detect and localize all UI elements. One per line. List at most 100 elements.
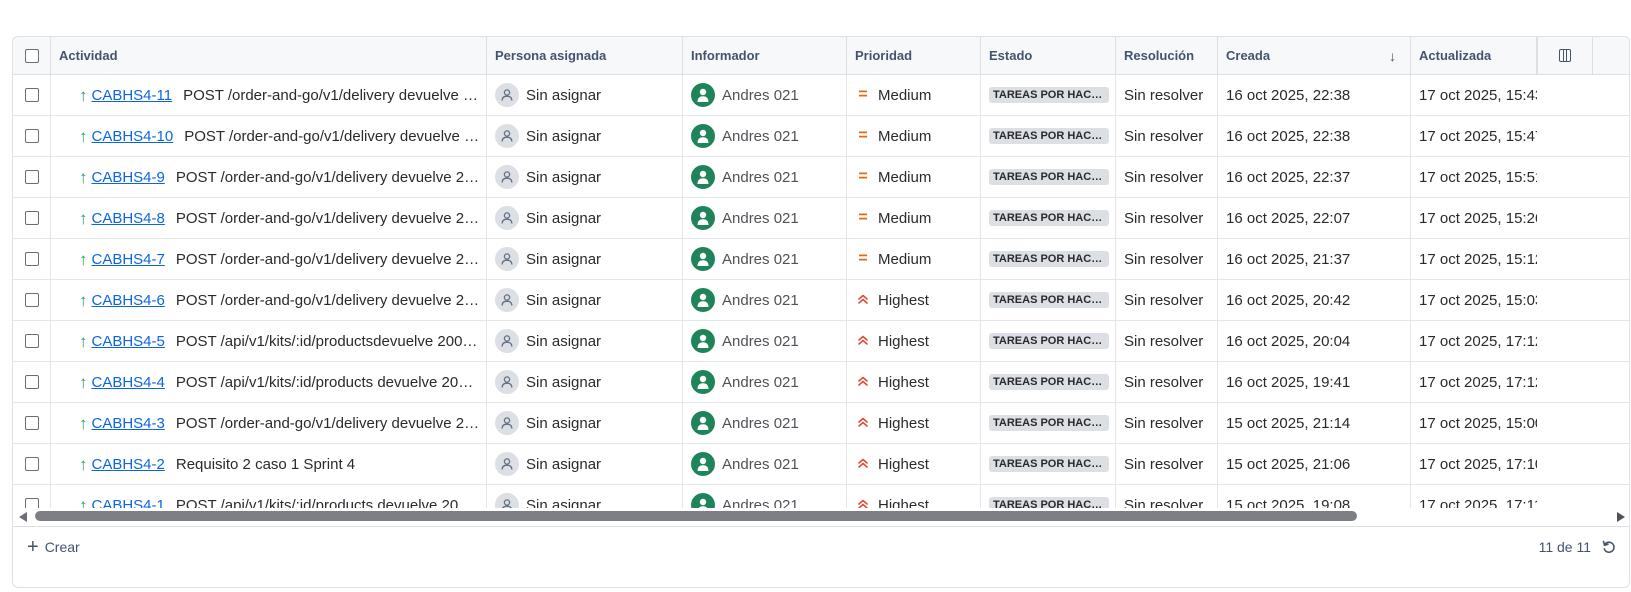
reporter-cell[interactable]: Andres 021 (683, 280, 847, 320)
assignee-cell[interactable]: Sin asignar (487, 75, 683, 115)
row-checkbox[interactable] (24, 170, 39, 184)
issue-summary[interactable]: POST /order-and-go/v1/delivery devuelve … (183, 87, 480, 104)
issue-summary[interactable]: POST /api/v1/kits/:id/productsdevuelve 2… (176, 333, 480, 350)
status-lozenge[interactable]: TAREAS POR HACER (989, 87, 1109, 103)
priority-cell[interactable]: Highest (847, 362, 981, 402)
table-row[interactable]: ↑ CABHS4-10 POST /order-and-go/v1/delive… (13, 116, 1629, 157)
table-row[interactable]: ↑ CABHS4-5 POST /api/v1/kits/:id/product… (13, 321, 1629, 362)
status-cell[interactable]: TAREAS POR HACER (981, 75, 1116, 115)
issue-summary[interactable]: POST /api/v1/kits/:id/products devuelve … (176, 374, 480, 391)
row-checkbox[interactable] (24, 334, 39, 348)
status-lozenge[interactable]: TAREAS POR HACER (989, 251, 1109, 267)
status-lozenge[interactable]: TAREAS POR HACER (989, 128, 1109, 144)
table-row[interactable]: ↑ CABHS4-4 POST /api/v1/kits/:id/product… (13, 362, 1629, 403)
reporter-cell[interactable]: Andres 021 (683, 116, 847, 156)
create-issue-button[interactable]: + Crear (27, 537, 80, 557)
row-checkbox[interactable] (24, 293, 39, 307)
reporter-cell[interactable]: Andres 021 (683, 198, 847, 238)
priority-cell[interactable]: Highest (847, 280, 981, 320)
status-cell[interactable]: TAREAS POR HACER (981, 239, 1116, 279)
row-checkbox[interactable] (24, 416, 39, 430)
priority-cell[interactable]: = Medium (847, 239, 981, 279)
issue-summary[interactable]: Requisito 2 caso 1 Sprint 4 (176, 456, 355, 473)
refresh-icon[interactable] (1601, 539, 1617, 555)
assignee-cell[interactable]: Sin asignar (487, 321, 683, 361)
reporter-cell[interactable]: Andres 021 (683, 403, 847, 443)
column-header-created[interactable]: Creada ↓ (1218, 37, 1411, 74)
issue-summary[interactable]: POST /order-and-go/v1/delivery devuelve … (176, 210, 480, 227)
table-row[interactable]: ↑ CABHS4-6 POST /order-and-go/v1/deliver… (13, 280, 1629, 321)
issue-key-link[interactable]: CABHS4-4 (92, 374, 165, 391)
column-header-reporter[interactable]: Informador (683, 37, 847, 74)
assignee-cell[interactable]: Sin asignar (487, 280, 683, 320)
issue-key-link[interactable]: CABHS4-9 (92, 169, 165, 186)
reporter-cell[interactable]: Andres 021 (683, 444, 847, 484)
table-row[interactable]: ↑ CABHS4-2 Requisito 2 caso 1 Sprint 4 S… (13, 444, 1629, 485)
horizontal-scrollbar[interactable] (13, 508, 1629, 526)
status-lozenge[interactable]: TAREAS POR HACER (989, 456, 1109, 472)
priority-cell[interactable]: = Medium (847, 75, 981, 115)
row-checkbox[interactable] (24, 129, 39, 143)
table-row[interactable]: ↑ CABHS4-7 POST /order-and-go/v1/deliver… (13, 239, 1629, 280)
issue-key-link[interactable]: CABHS4-5 (92, 333, 165, 350)
issue-summary[interactable]: POST /order-and-go/v1/delivery devuelve … (176, 415, 480, 432)
reporter-cell[interactable]: Andres 021 (683, 239, 847, 279)
issue-key-link[interactable]: CABHS4-10 (92, 128, 174, 145)
assignee-cell[interactable]: Sin asignar (487, 198, 683, 238)
status-cell[interactable]: TAREAS POR HACER (981, 321, 1116, 361)
column-header-activity[interactable]: Actividad (51, 37, 487, 74)
priority-cell[interactable]: = Medium (847, 157, 981, 197)
table-row[interactable]: ↑ CABHS4-8 POST /order-and-go/v1/deliver… (13, 198, 1629, 239)
issue-key-link[interactable]: CABHS4-2 (92, 456, 165, 473)
column-header-status[interactable]: Estado (981, 37, 1116, 74)
scrollbar-thumb[interactable] (35, 511, 1357, 521)
status-lozenge[interactable]: TAREAS POR HACER (989, 292, 1109, 308)
status-lozenge[interactable]: TAREAS POR HACER (989, 415, 1109, 431)
status-cell[interactable]: TAREAS POR HACER (981, 362, 1116, 402)
issue-key-link[interactable]: CABHS4-3 (92, 415, 165, 432)
status-cell[interactable]: TAREAS POR HACER (981, 280, 1116, 320)
row-checkbox[interactable] (24, 457, 39, 471)
assignee-cell[interactable]: Sin asignar (487, 403, 683, 443)
issue-key-link[interactable]: CABHS4-11 (92, 87, 173, 104)
column-header-assignee[interactable]: Persona asignada (487, 37, 683, 74)
column-header-resolution[interactable]: Resolución (1116, 37, 1218, 74)
column-header-updated[interactable]: Actualizada (1411, 37, 1537, 74)
priority-cell[interactable]: Highest (847, 444, 981, 484)
status-cell[interactable]: TAREAS POR HACER (981, 198, 1116, 238)
status-cell[interactable]: TAREAS POR HACER (981, 444, 1116, 484)
issue-key-link[interactable]: CABHS4-7 (92, 251, 165, 268)
table-row[interactable]: ↑ CABHS4-11 POST /order-and-go/v1/delive… (13, 75, 1629, 116)
priority-cell[interactable]: Highest (847, 321, 981, 361)
priority-cell[interactable]: Highest (847, 403, 981, 443)
scroll-left-arrow-icon[interactable] (19, 512, 27, 522)
assignee-cell[interactable]: Sin asignar (487, 157, 683, 197)
column-picker-button[interactable] (1537, 37, 1593, 74)
reporter-cell[interactable]: Andres 021 (683, 321, 847, 361)
priority-cell[interactable]: = Medium (847, 116, 981, 156)
sort-descending-icon[interactable]: ↓ (1389, 48, 1396, 64)
row-checkbox[interactable] (24, 252, 39, 266)
row-checkbox[interactable] (24, 88, 39, 102)
table-row[interactable]: ↑ CABHS4-9 POST /order-and-go/v1/deliver… (13, 157, 1629, 198)
status-lozenge[interactable]: TAREAS POR HACER (989, 210, 1109, 226)
assignee-cell[interactable]: Sin asignar (487, 362, 683, 402)
issue-key-link[interactable]: CABHS4-6 (92, 292, 165, 309)
table-row[interactable]: ↑ CABHS4-3 POST /order-and-go/v1/deliver… (13, 403, 1629, 444)
reporter-cell[interactable]: Andres 021 (683, 75, 847, 115)
status-lozenge[interactable]: TAREAS POR HACER (989, 333, 1109, 349)
issue-summary[interactable]: POST /order-and-go/v1/delivery devuelve … (184, 128, 480, 145)
reporter-cell[interactable]: Andres 021 (683, 362, 847, 402)
row-checkbox[interactable] (24, 375, 39, 389)
assignee-cell[interactable]: Sin asignar (487, 239, 683, 279)
select-all-checkbox[interactable] (24, 48, 39, 63)
priority-cell[interactable]: = Medium (847, 198, 981, 238)
issue-key-link[interactable]: CABHS4-8 (92, 210, 165, 227)
issue-summary[interactable]: POST /order-and-go/v1/delivery devuelve … (176, 169, 480, 186)
scroll-right-arrow-icon[interactable] (1617, 512, 1625, 522)
status-cell[interactable]: TAREAS POR HACER (981, 116, 1116, 156)
column-header-priority[interactable]: Prioridad (847, 37, 981, 74)
status-cell[interactable]: TAREAS POR HACER (981, 403, 1116, 443)
status-lozenge[interactable]: TAREAS POR HACER (989, 374, 1109, 390)
issue-summary[interactable]: POST /order-and-go/v1/delivery devuelve … (176, 251, 480, 268)
